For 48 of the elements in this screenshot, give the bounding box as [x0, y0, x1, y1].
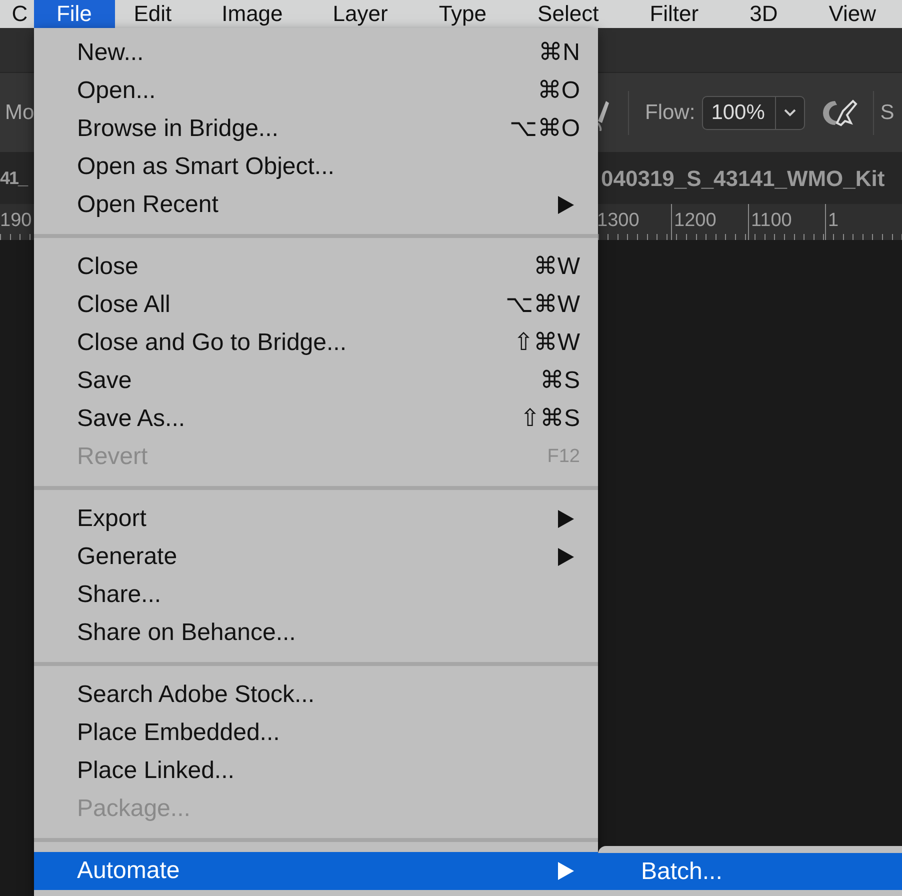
menu-item[interactable]: Place Embedded...: [34, 714, 598, 752]
shortcut-label: ⇧⌘W: [513, 328, 580, 358]
menu-item[interactable]: Share...: [34, 576, 598, 614]
menu-bar-item[interactable]: Type: [414, 0, 513, 28]
menu-item[interactable]: Search Adobe Stock...: [34, 676, 598, 714]
menu-bar-item[interactable]: Select: [512, 0, 625, 28]
menu-item[interactable]: Open Recent: [34, 186, 598, 224]
menu-item[interactable]: Save As... ⇧⌘S: [34, 400, 598, 438]
menu-item[interactable]: Automate: [34, 852, 598, 890]
menu-item[interactable]: Share on Behance...: [34, 614, 598, 652]
flow-field[interactable]: 100%: [702, 96, 806, 130]
menu-bar-item[interactable]: Image: [196, 0, 308, 28]
ruler-label: 1: [828, 210, 839, 231]
ruler-label: 190: [0, 210, 32, 231]
menu-bar-item[interactable]: File: [34, 0, 115, 28]
ruler-label: 1100: [751, 210, 792, 231]
menu-item[interactable]: Batch...: [598, 853, 902, 890]
menu-item[interactable]: Browse in Bridge... ⌥⌘O: [34, 110, 598, 148]
shortcut-label: ⌘O: [537, 76, 580, 106]
menu-bar-item[interactable]: View: [804, 0, 902, 28]
document-tab-title[interactable]: 41_: [0, 168, 28, 188]
document-tab-title[interactable]: 040319_S_43141_WMO_Kit: [601, 162, 885, 194]
menu-item[interactable]: Open as Smart Object...: [34, 148, 598, 186]
menu-item[interactable]: Generate: [34, 538, 598, 576]
menu-item[interactable]: Close All ⌥⌘W: [34, 286, 598, 324]
menu-item[interactable]: Save ⌘S: [34, 362, 598, 400]
shortcut-label: ⌘N: [538, 38, 580, 68]
menu-item[interactable]: Export: [34, 500, 598, 538]
shortcut-label: ⌘S: [540, 366, 580, 396]
menu-bar-item[interactable]: Edit: [114, 0, 197, 28]
flow-label: Flow:: [645, 100, 696, 126]
ruler-label: 1300: [597, 210, 640, 231]
menu-bar-item[interactable]: 3D: [724, 0, 804, 28]
ruler-label: 1200: [674, 210, 716, 231]
shortcut-label: ⌥⌘O: [509, 114, 580, 144]
menu-bar-item[interactable]: Layer: [308, 0, 414, 28]
menu-item[interactable]: Close and Go to Bridge... ⇧⌘W: [34, 324, 598, 362]
shortcut-label: ⌘W: [533, 252, 580, 282]
menu-item[interactable]: Place Linked...: [34, 752, 598, 790]
chevron-down-icon[interactable]: [783, 108, 798, 118]
menu-item[interactable]: Open... ⌘O: [34, 72, 598, 110]
menu-bar-item[interactable]: Filter: [624, 0, 725, 28]
shortcut-label: ⇧⌘S: [520, 404, 580, 434]
menu-item[interactable]: Close ⌘W: [34, 248, 598, 286]
menu-bar-item[interactable]: C: [0, 0, 34, 28]
options-label: Mo: [5, 100, 34, 126]
options-label: S: [880, 100, 894, 126]
shortcut-label: ⌥⌘W: [505, 290, 580, 320]
